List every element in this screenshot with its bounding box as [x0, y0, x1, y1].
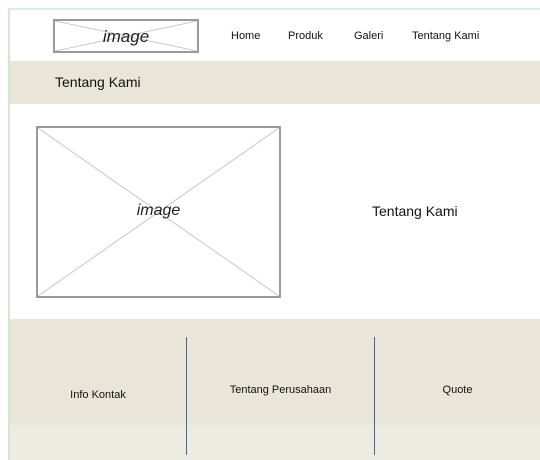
nav-galeri[interactable]: Galeri [354, 30, 383, 42]
logo-image-label: image [102, 27, 150, 46]
content-image-label: image [136, 202, 181, 219]
footer-divider [374, 337, 375, 455]
nav-produk[interactable]: Produk [288, 30, 323, 42]
footer-tentang-perusahaan[interactable]: Tentang Perusahaan [187, 384, 374, 396]
footer: Info Kontak Tentang Perusahaan Quote [10, 319, 540, 460]
footer-info-kontak[interactable]: Info Kontak [10, 389, 186, 401]
header: image Home Produk Galeri Tentang Kami [10, 10, 540, 60]
nav-home[interactable]: Home [231, 30, 260, 42]
page-title: Tentang Kami [55, 74, 141, 90]
content-image-placeholder: image [36, 126, 281, 298]
wireframe-page: image Home Produk Galeri Tentang Kami Te… [10, 10, 540, 460]
content-heading: Tentang Kami [372, 203, 458, 219]
canvas: image Home Produk Galeri Tentang Kami Te… [0, 0, 540, 460]
footer-bottom-strip [10, 425, 540, 460]
title-band: Tentang Kami [10, 61, 540, 104]
footer-quote[interactable]: Quote [375, 384, 540, 396]
nav-tentang-kami[interactable]: Tentang Kami [412, 30, 479, 42]
logo-image-placeholder[interactable]: image [53, 19, 199, 53]
footer-divider [186, 337, 187, 455]
